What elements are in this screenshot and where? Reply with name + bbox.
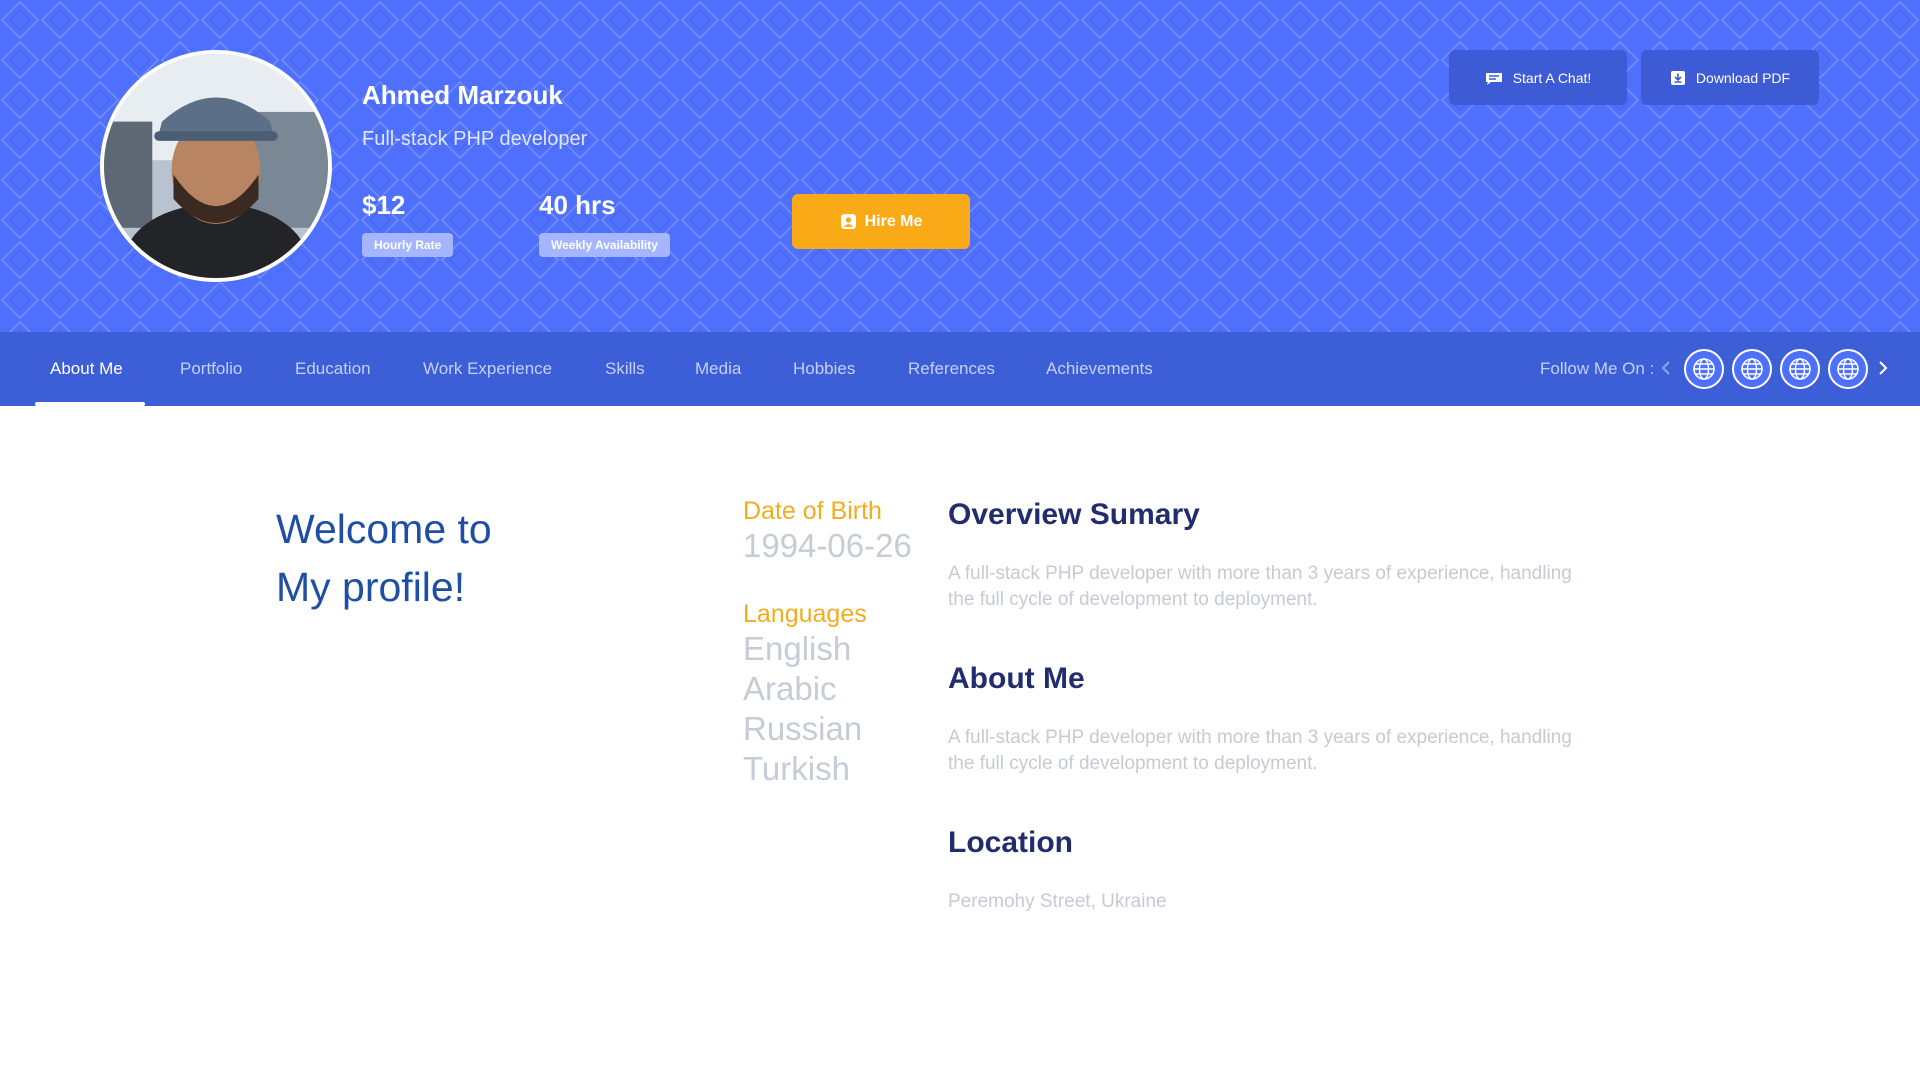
welcome-line-1: Welcome to	[276, 506, 492, 552]
user-badge-icon	[840, 214, 856, 229]
hourly-rate-value: $12	[362, 190, 406, 220]
hire-me-label: Hire Me	[864, 212, 923, 230]
profile-title: Full-stack PHP developer	[362, 128, 588, 150]
start-chat-button[interactable]: Start A Chat!	[1449, 50, 1627, 105]
hourly-rate-stat: $12 Hourly Rate	[362, 190, 454, 257]
profile-name: Ahmed Marzouk	[362, 80, 563, 110]
social-link-1[interactable]	[1684, 349, 1724, 389]
social-link-4[interactable]	[1828, 349, 1868, 389]
availability-stat: 40 hrs Weekly Availability	[539, 190, 670, 257]
welcome-line-2: My profile!	[276, 564, 466, 610]
tab-references[interactable]: References	[908, 332, 995, 406]
social-link-2[interactable]	[1732, 349, 1772, 389]
language-item: Russian	[743, 710, 863, 747]
globe-icon	[1693, 358, 1715, 380]
location-heading: Location	[948, 826, 1073, 859]
tab-education[interactable]: Education	[295, 332, 371, 406]
download-pdf-label: Download PDF	[1695, 69, 1791, 86]
language-item: Turkish	[743, 750, 850, 787]
active-tab-indicator	[35, 402, 145, 406]
hire-me-button[interactable]: Hire Me	[792, 194, 970, 249]
tab-portfolio[interactable]: Portfolio	[180, 332, 242, 406]
language-item: Arabic	[743, 670, 837, 707]
availability-badge: Weekly Availability	[539, 233, 670, 257]
download-pdf-button[interactable]: Download PDF	[1641, 50, 1819, 105]
tab-skills[interactable]: Skills	[605, 332, 645, 406]
follow-label: Follow Me On :	[1540, 359, 1655, 378]
profile-tab-bar: About Me Portfolio Education Work Experi…	[0, 332, 1920, 406]
about-me-text: A full-stack PHP developer with more tha…	[948, 727, 1572, 774]
overview-text: A full-stack PHP developer with more tha…	[948, 563, 1572, 610]
dob-value: 1994-06-26	[743, 527, 912, 564]
tab-media[interactable]: Media	[695, 332, 741, 406]
dob-label: Date of Birth	[743, 497, 882, 525]
start-chat-label: Start A Chat!	[1512, 69, 1592, 86]
tab-hobbies[interactable]: Hobbies	[793, 332, 855, 406]
tab-about-me[interactable]: About Me	[50, 332, 123, 406]
globe-icon	[1837, 358, 1859, 380]
welcome-heading: Welcome to My profile!	[276, 500, 492, 616]
download-icon	[1670, 70, 1685, 85]
avatar	[100, 50, 332, 282]
overview-heading: Overview Sumary	[948, 498, 1200, 531]
tab-work-experience[interactable]: Work Experience	[423, 332, 552, 406]
availability-value: 40 hrs	[539, 190, 616, 220]
profile-header: Ahmed Marzouk Full-stack PHP developer $…	[0, 0, 1920, 332]
chevron-right-icon[interactable]	[1873, 358, 1893, 378]
language-item: English	[743, 630, 852, 667]
globe-icon	[1789, 358, 1811, 380]
hourly-rate-badge: Hourly Rate	[362, 233, 454, 257]
chat-icon	[1485, 72, 1502, 85]
chevron-left-icon[interactable]	[1656, 358, 1676, 378]
social-link-3[interactable]	[1780, 349, 1820, 389]
tab-achievements[interactable]: Achievements	[1046, 332, 1153, 406]
languages-label: Languages	[743, 600, 867, 628]
about-me-heading: About Me	[948, 662, 1085, 695]
location-text: Peremohy Street, Ukraine	[948, 891, 1167, 912]
globe-icon	[1741, 358, 1763, 380]
